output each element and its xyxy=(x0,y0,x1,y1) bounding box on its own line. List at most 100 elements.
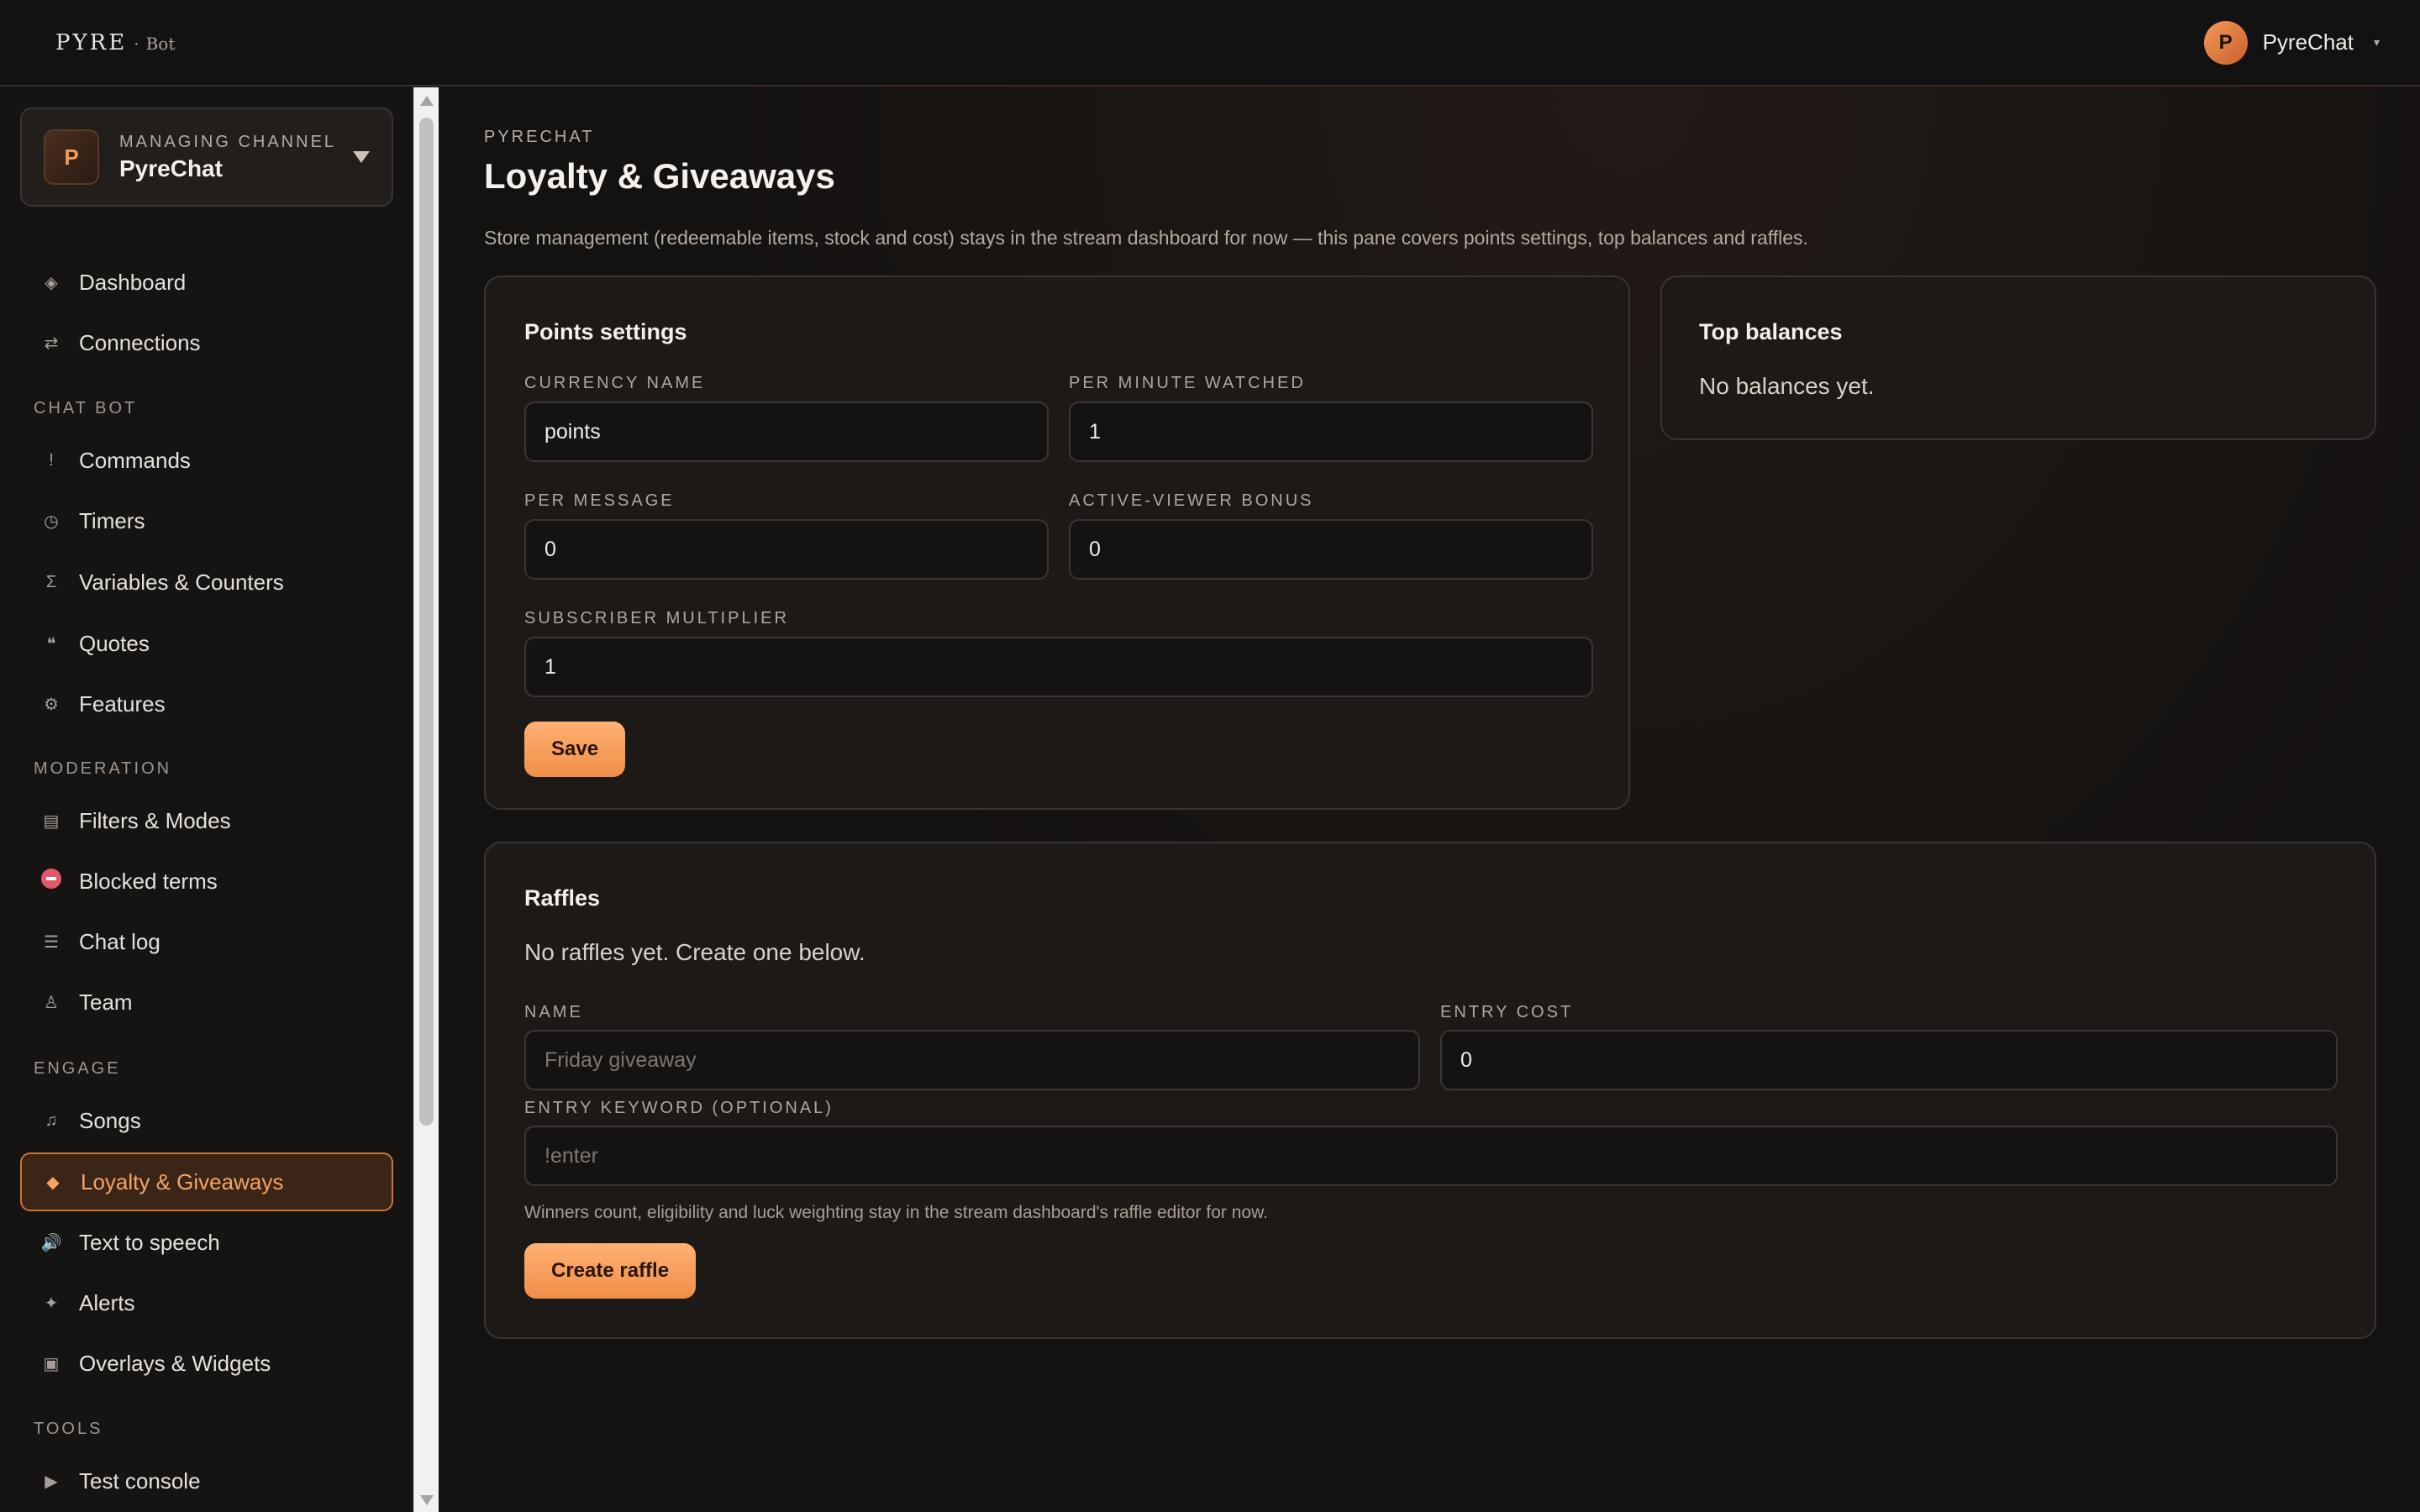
scroll-down-arrow-icon[interactable] xyxy=(420,1495,434,1505)
sidebar-item-label: Commands xyxy=(79,447,191,473)
logo-word: PYRE xyxy=(55,29,128,55)
sidebar-item-label: Overlays & Widgets xyxy=(79,1350,271,1376)
sidebar-item-songs[interactable]: ♫ Songs xyxy=(20,1091,393,1150)
sidebar-item-label: Variables & Counters xyxy=(79,569,284,595)
sidebar-item-label: Songs xyxy=(79,1107,141,1133)
widget-icon: ▣ xyxy=(43,1354,60,1373)
breadcrumb: PYRECHAT xyxy=(484,128,595,146)
sidebar-item-label: Timers xyxy=(79,507,145,533)
sidebar-item-tts[interactable]: 🔊 Text to speech xyxy=(20,1213,393,1272)
section-engage: ENGAGE xyxy=(34,1059,121,1078)
app-logo[interactable]: PYRE · Bot xyxy=(55,30,175,55)
sidebar-item-label: Quotes xyxy=(79,630,150,656)
connections-icon: ⇄ xyxy=(44,333,59,353)
sidebar-item-quotes[interactable]: ❝ Quotes xyxy=(20,614,393,673)
section-moderation: MODERATION xyxy=(34,759,172,778)
card-title: Points settings xyxy=(524,319,687,344)
scroll-up-arrow-icon[interactable] xyxy=(420,96,434,106)
sidebar-item-label: Loyalty & Giveaways xyxy=(81,1168,284,1194)
sidebar-item-connections[interactable]: ⇄ Connections xyxy=(20,313,393,372)
section-chat-bot: CHAT BOT xyxy=(34,399,138,417)
per-message-input[interactable] xyxy=(524,519,1049,580)
save-button[interactable]: Save xyxy=(524,722,626,777)
person-icon: ♙ xyxy=(44,993,59,1012)
sigma-icon: Σ xyxy=(45,572,57,591)
gear-icon: ⚙ xyxy=(44,695,59,714)
subscriber-multiplier-input[interactable] xyxy=(524,637,1593,697)
sidebar-item-alerts[interactable]: ✦ Alerts xyxy=(20,1273,393,1332)
sidebar-item-variables[interactable]: Σ Variables & Counters xyxy=(20,553,393,612)
raffles-card: Raffles No raffles yet. Create one below… xyxy=(484,842,2376,1339)
top-bar: PYRE · Bot P PyreChat ▾ xyxy=(0,0,2420,87)
per-minute-label: PER MINUTE WATCHED xyxy=(1069,374,1306,392)
user-menu[interactable]: P PyreChat ▾ xyxy=(2203,20,2380,65)
raffle-note: Winners count, eligibility and luck weig… xyxy=(524,1203,1268,1222)
sidebar-item-label: Test console xyxy=(79,1467,201,1494)
clock-icon: ◷ xyxy=(44,512,59,531)
sidebar-item-label: Alerts xyxy=(79,1289,135,1315)
currency-name-input[interactable] xyxy=(524,402,1049,462)
entry-cost-input[interactable] xyxy=(1440,1030,2338,1090)
sidebar-item-label: Chat log xyxy=(79,928,160,954)
sidebar-item-timers[interactable]: ◷ Timers xyxy=(20,491,393,550)
quote-icon: ❝ xyxy=(46,634,56,654)
entry-keyword-label: ENTRY KEYWORD (OPTIONAL) xyxy=(524,1099,834,1117)
play-icon: ▶ xyxy=(45,1472,58,1491)
user-name: PyreChat xyxy=(2262,29,2354,55)
channel-avatar: P xyxy=(44,129,99,185)
raffle-name-input[interactable] xyxy=(524,1030,1420,1090)
currency-name-label: CURRENCY NAME xyxy=(524,374,706,392)
entry-cost-label: ENTRY COST xyxy=(1440,1003,1574,1021)
points-settings-card: Points settings CURRENCY NAME PER MINUTE… xyxy=(484,276,1630,810)
channel-switcher[interactable]: P MANAGING CHANNEL PyreChat xyxy=(20,108,393,207)
sidebar-item-label: Blocked terms xyxy=(79,868,218,894)
sidebar-item-label: Team xyxy=(79,989,133,1015)
sidebar-item-team[interactable]: ♙ Team xyxy=(20,973,393,1032)
sidebar-item-features[interactable]: ⚙ Features xyxy=(20,675,393,733)
list-icon: ☰ xyxy=(44,932,59,952)
active-viewer-bonus-input[interactable] xyxy=(1069,519,1593,580)
blocked-icon-wrap xyxy=(40,869,62,894)
user-avatar: P xyxy=(2203,20,2248,65)
music-icon: ♫ xyxy=(45,1110,58,1130)
sidebar: P MANAGING CHANNEL PyreChat ◈ Dashboard … xyxy=(0,87,413,1512)
main-content: PYRECHAT Loyalty & Giveaways Store manag… xyxy=(440,87,2420,1512)
card-title: Top balances xyxy=(1699,319,1843,344)
balances-empty-text: No balances yet. xyxy=(1699,373,1875,399)
sidebar-item-dashboard[interactable]: ◈ Dashboard xyxy=(20,253,393,312)
sidebar-scrollbar[interactable] xyxy=(413,87,439,1512)
channel-info: MANAGING CHANNEL PyreChat xyxy=(119,133,353,182)
create-raffle-button[interactable]: Create raffle xyxy=(524,1243,697,1299)
sparkle-icon: ✦ xyxy=(44,1294,59,1313)
exclamation-icon: ! xyxy=(49,450,54,470)
speaker-icon: 🔊 xyxy=(40,1233,62,1252)
active-viewer-bonus-label: ACTIVE-VIEWER BONUS xyxy=(1069,491,1314,510)
logo-subtitle: Bot xyxy=(145,33,176,54)
channel-eyebrow: MANAGING CHANNEL xyxy=(119,132,337,151)
sidebar-item-commands[interactable]: ! Commands xyxy=(20,431,393,490)
caret-down-icon xyxy=(353,151,370,163)
raffle-name-label: NAME xyxy=(524,1003,583,1021)
sidebar-item-filters[interactable]: ▤ Filters & Modes xyxy=(20,791,393,850)
section-tools: TOOLS xyxy=(34,1420,103,1438)
sidebar-item-blocked-terms[interactable]: Blocked terms xyxy=(20,852,393,911)
sidebar-item-chat-log[interactable]: ☰ Chat log xyxy=(20,912,393,971)
scrollbar-thumb[interactable] xyxy=(419,118,434,1126)
top-balances-card: Top balances No balances yet. xyxy=(1660,276,2376,440)
sidebar-item-label: Features xyxy=(79,690,166,717)
sidebar-item-test-console[interactable]: ▶ Test console xyxy=(20,1452,393,1510)
dashboard-icon: ◈ xyxy=(45,273,58,292)
sidebar-item-label: Text to speech xyxy=(79,1229,220,1255)
blocked-icon xyxy=(41,869,61,889)
entry-keyword-input[interactable] xyxy=(524,1126,2338,1186)
filter-icon: ▤ xyxy=(43,811,60,831)
channel-name: PyreChat xyxy=(119,155,223,181)
sidebar-item-label: Connections xyxy=(79,329,201,355)
sidebar-item-loyalty[interactable]: ◆ Loyalty & Giveaways xyxy=(20,1152,393,1211)
per-message-label: PER MESSAGE xyxy=(524,491,675,510)
raffles-empty-text: No raffles yet. Create one below. xyxy=(524,939,865,965)
sidebar-item-overlays[interactable]: ▣ Overlays & Widgets xyxy=(20,1334,393,1393)
sidebar-item-label: Dashboard xyxy=(79,269,187,295)
per-minute-input[interactable] xyxy=(1069,402,1593,462)
card-title: Raffles xyxy=(524,885,601,911)
